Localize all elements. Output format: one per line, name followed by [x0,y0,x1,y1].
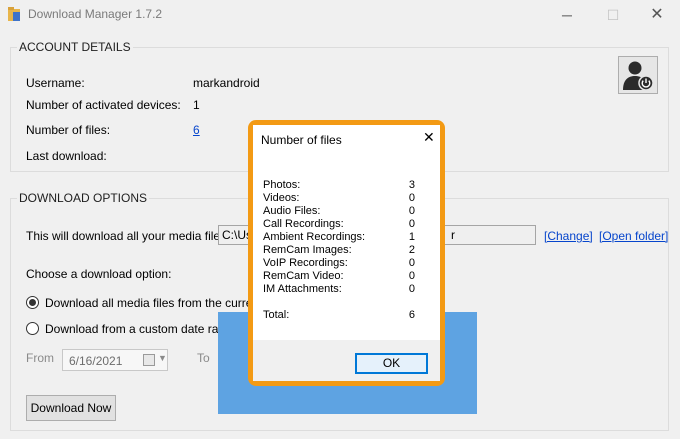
stat-row: RemCam Video: 0 [263,270,415,283]
stat-label: Ambient Recordings: [263,231,366,243]
option-download-all-label[interactable]: Download all media files from the curren… [45,296,281,310]
stat-value: 0 [408,270,415,282]
stat-row: Ambient Recordings: 1 [263,231,415,244]
account-details-title: ACCOUNT DETAILS [17,40,133,54]
stat-label: Audio Files: [263,205,321,217]
stat-row: Photos: 3 [263,179,415,192]
from-date-picker[interactable]: 6/16/2021 ▼ [62,349,168,371]
stat-label: IM Attachments: [263,283,342,295]
stat-row: IM Attachments: 0 [263,283,415,296]
last-download-label: Last download: [26,149,107,163]
stat-label: Videos: [263,192,300,204]
download-path-tail: r [451,228,455,242]
files-label: Number of files: [26,123,111,137]
devices-label: Number of activated devices: [26,98,181,112]
close-button[interactable]: ✕ [634,0,680,30]
stat-row: VoIP Recordings: 0 [263,257,415,270]
username-value: markandroid [193,76,260,90]
from-date-value: 6/16/2021 [69,354,123,368]
username-label: Username: [26,76,85,90]
user-power-icon [623,61,654,91]
stat-row: Audio Files: 0 [263,205,415,218]
radio-selected-dot [29,299,36,306]
stat-label: RemCam Video: [263,270,344,282]
window-title: Download Manager 1.7.2 [28,7,163,21]
to-label: To [197,351,210,365]
stat-label: RemCam Images: [263,244,352,256]
stat-label: VoIP Recordings: [263,257,348,269]
stat-label: Photos: [263,179,301,191]
stat-value: 0 [408,192,415,204]
title-bar: Download Manager 1.7.2 ─ ☐ ✕ [0,0,680,30]
download-option-label: Choose a download option: [26,267,172,281]
dialog-title: Number of files [261,133,342,147]
dialog-footer: OK [253,340,440,381]
file-stats-list: Photos: 3 Videos: 0 Audio Files: 0 Call Rec… [263,179,415,322]
files-count-link[interactable]: 6 [193,123,200,137]
devices-value: 1 [193,98,200,112]
change-folder-link[interactable]: [Change] [544,229,593,243]
option-custom-range-label[interactable]: Download from a custom date range [45,322,238,336]
total-label: Total: [263,309,290,321]
calendar-icon [143,354,155,366]
maximize-button[interactable]: ☐ [590,0,636,30]
ok-button[interactable]: OK [355,353,428,374]
total-row: Total: 6 [263,309,415,322]
dialog-close-button[interactable]: ✕ [423,129,435,146]
download-intro-text: This will download all your media files … [26,229,240,243]
folder-app-icon [8,7,20,21]
from-label: From [26,351,54,365]
dropdown-arrow-icon: ▼ [158,353,167,363]
stat-row: Call Recordings: 0 [263,218,415,231]
minimize-button[interactable]: ─ [544,0,590,30]
stat-row: RemCam Images: 2 [263,244,415,257]
stat-value: 0 [408,218,415,230]
total-value: 6 [408,309,415,321]
user-power-button[interactable] [618,56,658,94]
stat-value: 0 [408,257,415,269]
radio-custom-range[interactable] [26,322,39,335]
stat-value: 0 [408,205,415,217]
radio-download-all[interactable] [26,296,39,309]
stat-value: 1 [408,231,415,243]
download-options-title: DOWNLOAD OPTIONS [17,191,150,205]
open-folder-link[interactable]: [Open folder] [599,229,668,243]
stat-value: 2 [408,244,415,256]
download-now-button[interactable]: Download Now [26,395,116,421]
stat-label: Call Recordings: [263,218,344,230]
stat-value: 3 [408,179,415,191]
number-of-files-dialog: Number of files ✕ Photos: 3 Videos: 0 Audi… [253,125,440,381]
stat-row: Videos: 0 [263,192,415,205]
stat-value: 0 [408,283,415,295]
